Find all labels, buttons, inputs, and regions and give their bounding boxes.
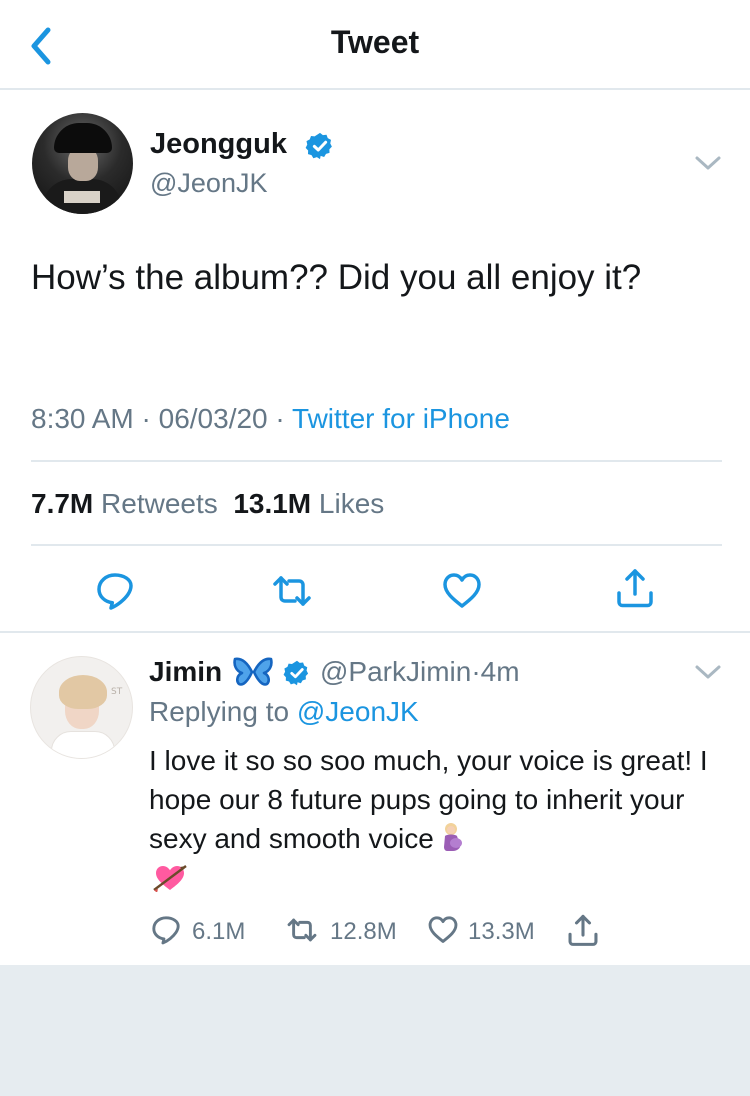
avatar-shirt-print [64, 191, 100, 203]
butterfly-icon [233, 657, 273, 686]
tweet-stats: 7.7M Retweets 13.1M Likes [31, 488, 384, 520]
tweet-time: 8:30 AM [31, 403, 134, 434]
retweet-count: 12.8M [330, 918, 397, 945]
avatar-shirt [51, 731, 115, 758]
reply-text: I love it so so soo much, your voice is … [149, 745, 708, 854]
like-icon [428, 916, 458, 943]
share-icon [568, 914, 598, 946]
replying-to-mention[interactable]: @JeonJK [297, 696, 419, 727]
tweet-source-link[interactable]: Twitter for iPhone [292, 403, 510, 434]
retweet-icon[interactable] [271, 570, 313, 612]
avatar-background-mark: ST [111, 687, 123, 697]
reply-handle-time: @ParkJimin·4m [320, 656, 520, 688]
reply-action-like[interactable]: 13.3M [426, 912, 546, 948]
chevron-down-icon[interactable] [694, 662, 722, 682]
divider [31, 460, 722, 462]
replying-to: Replying to @JeonJK [149, 696, 419, 728]
replying-to-label: Replying to [149, 696, 290, 727]
reply-action-reply[interactable]: 6.1M [150, 912, 260, 948]
tweet-date: 06/03/20 [158, 403, 268, 434]
meta-separator: · [471, 656, 481, 687]
like-icon[interactable] [441, 570, 483, 612]
reply-icon[interactable] [94, 570, 136, 612]
share-icon[interactable] [614, 568, 656, 610]
top-bar: Tweet [0, 0, 750, 90]
retweets-label: Retweets [101, 488, 218, 519]
chevron-down-icon[interactable] [694, 153, 722, 173]
avatar-hat [54, 123, 112, 153]
verified-badge-icon [283, 660, 309, 686]
reply-count: 6.1M [192, 918, 246, 945]
likes-count: 13.1M [233, 488, 312, 519]
reply-time-ago: 4m [480, 656, 520, 687]
tweet-meta: 8:30 AM · 06/03/20 · Twitter for iPhone [31, 403, 510, 435]
tweet-detail-page: Tweet Jeongguk @JeonJK How’s the album??… [0, 0, 750, 965]
heart-with-arrow-icon [153, 865, 187, 892]
divider [31, 544, 722, 546]
avatar-hair [59, 675, 107, 709]
page-title: Tweet [330, 24, 420, 60]
tweet-text: How’s the album?? Did you all enjoy it? [31, 258, 642, 297]
retweets-stat[interactable]: 7.7M Retweets [31, 488, 218, 519]
pregnant-woman-icon [443, 823, 462, 851]
author-name[interactable]: Jeongguk [150, 128, 287, 161]
verified-badge-icon [305, 132, 332, 160]
retweet-icon [287, 918, 317, 942]
meta-separator: · [141, 403, 151, 434]
meta-separator: · [275, 403, 285, 434]
reply-author-avatar[interactable]: ST [30, 656, 133, 759]
reply-icon [152, 916, 180, 945]
reply-author-handle[interactable]: @ParkJimin [320, 656, 471, 687]
retweets-count: 7.7M [31, 488, 94, 519]
reply-author-name[interactable]: Jimin [149, 656, 222, 688]
divider [0, 631, 750, 633]
likes-stat[interactable]: 13.1M Likes [233, 488, 384, 519]
author-avatar[interactable] [32, 113, 133, 214]
likes-label: Likes [318, 488, 385, 519]
author-handle[interactable]: @JeonJK [150, 168, 267, 199]
reply-text-block: I love it so so soo much, your voice is … [149, 741, 739, 858]
reply-action-retweet[interactable]: 12.8M [284, 912, 414, 948]
reply-action-share[interactable] [566, 912, 602, 948]
like-count: 13.3M [468, 918, 535, 945]
